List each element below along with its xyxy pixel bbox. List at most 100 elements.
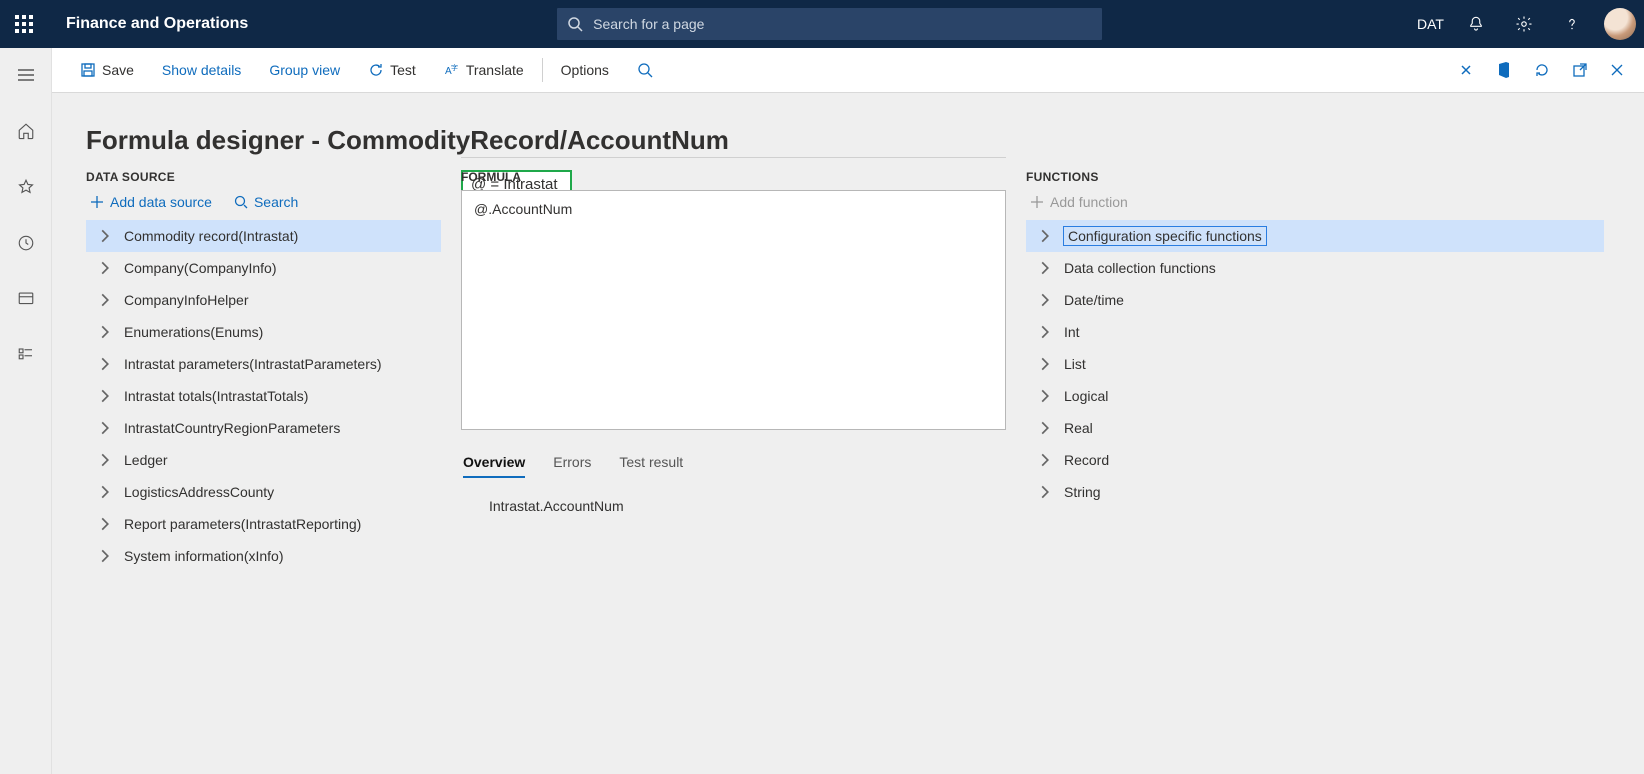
formula-editor[interactable]: @.AccountNum [461, 190, 1006, 430]
options-button[interactable]: Options [547, 48, 623, 92]
notifications-button[interactable] [1454, 0, 1498, 48]
formula-text: @.AccountNum [474, 201, 572, 217]
expand-icon [98, 485, 112, 499]
tree-item-label: Report parameters(IntrastatReporting) [124, 516, 361, 532]
help-button[interactable] [1550, 0, 1594, 48]
office-button[interactable] [1490, 55, 1518, 85]
settings-button[interactable] [1502, 0, 1546, 48]
main-content: Formula designer - CommodityRecord/Accou… [52, 93, 1644, 774]
tree-item-label: Company(CompanyInfo) [124, 260, 277, 276]
tree-item-label: Int [1064, 324, 1080, 340]
gear-icon [1515, 15, 1533, 33]
connector-button[interactable] [1452, 56, 1480, 84]
expand-icon [98, 389, 112, 403]
tree-item-label: String [1064, 484, 1101, 500]
tree-item-label: Ledger [124, 452, 168, 468]
result-tabs: Overview Errors Test result [461, 454, 1006, 478]
nav-expand-button[interactable] [0, 60, 52, 90]
function-category-item[interactable]: Data collection functions [1026, 252, 1604, 284]
datasource-panel: DATA SOURCE Add data source Search Commo… [86, 170, 441, 572]
add-datasource-button[interactable]: Add data source [90, 194, 212, 210]
datasource-item[interactable]: IntrastatCountryRegionParameters [86, 412, 441, 444]
tree-item-label: Date/time [1064, 292, 1124, 308]
function-category-item[interactable]: Real [1026, 412, 1604, 444]
datasource-tree: Commodity record(Intrastat) Company(Compa… [86, 220, 441, 572]
waffle-icon [15, 15, 33, 33]
product-name: Finance and Operations [48, 15, 248, 33]
expand-icon [1038, 229, 1052, 243]
question-icon [1563, 15, 1581, 33]
left-navigation-rail [0, 48, 52, 774]
plus-icon [90, 195, 104, 209]
global-search[interactable] [557, 8, 1102, 40]
datasource-item[interactable]: Intrastat parameters(IntrastatParameters… [86, 348, 441, 380]
tree-item-label: System information(xInfo) [124, 548, 284, 564]
datasource-item[interactable]: Commodity record(Intrastat) [86, 220, 441, 252]
datasource-item[interactable]: Intrastat totals(IntrastatTotals) [86, 380, 441, 412]
datasource-item[interactable]: Enumerations(Enums) [86, 316, 441, 348]
function-category-item[interactable]: Configuration specific functions [1026, 220, 1604, 252]
nav-modules[interactable] [0, 340, 52, 370]
bell-icon [1467, 15, 1485, 33]
popout-button[interactable] [1566, 56, 1594, 84]
datasource-item[interactable]: Report parameters(IntrastatReporting) [86, 508, 441, 540]
test-button[interactable]: Test [354, 48, 430, 92]
datasource-item[interactable]: LogisticsAddressCounty [86, 476, 441, 508]
datasource-item[interactable]: Company(CompanyInfo) [86, 252, 441, 284]
functions-heading: FUNCTIONS [1026, 170, 1604, 184]
search-icon [637, 62, 653, 78]
datasource-item[interactable]: CompanyInfoHelper [86, 284, 441, 316]
function-category-item[interactable]: Int [1026, 316, 1604, 348]
function-category-item[interactable]: String [1026, 476, 1604, 508]
save-icon [80, 62, 96, 78]
user-avatar[interactable] [1604, 8, 1636, 40]
translate-button[interactable]: A字 Translate [430, 48, 538, 92]
expand-icon [1038, 389, 1052, 403]
function-category-item[interactable]: Date/time [1026, 284, 1604, 316]
global-search-input[interactable] [593, 16, 1102, 32]
expand-icon [1038, 485, 1052, 499]
function-category-item[interactable]: Record [1026, 444, 1604, 476]
tree-item-label: List [1064, 356, 1086, 372]
close-button[interactable] [1604, 57, 1630, 83]
refresh-test-icon [368, 62, 384, 78]
nav-recent[interactable] [0, 228, 52, 258]
workspace-icon [17, 290, 35, 308]
divider [461, 157, 1006, 158]
function-category-item[interactable]: Logical [1026, 380, 1604, 412]
action-search-button[interactable] [623, 48, 667, 92]
search-icon [567, 16, 583, 32]
result-tab[interactable]: Overview [463, 454, 525, 478]
function-category-item[interactable]: List [1026, 348, 1604, 380]
save-button[interactable]: Save [66, 48, 148, 92]
test-label: Test [390, 62, 416, 78]
result-tab[interactable]: Errors [553, 454, 591, 478]
result-tab[interactable]: Test result [619, 454, 683, 478]
legal-entity[interactable]: DAT [1411, 16, 1450, 32]
page-title: Formula designer - CommodityRecord/Accou… [86, 125, 1604, 156]
expand-icon [1038, 453, 1052, 467]
add-function-button: Add function [1030, 194, 1128, 210]
datasource-heading: DATA SOURCE [86, 170, 441, 184]
datasource-item[interactable]: Ledger [86, 444, 441, 476]
close-icon [1610, 63, 1624, 77]
nav-workspaces[interactable] [0, 284, 52, 314]
tree-item-label: Intrastat parameters(IntrastatParameters… [124, 356, 382, 372]
refresh-button[interactable] [1528, 56, 1556, 84]
functions-tree: Configuration specific functionsData col… [1026, 220, 1604, 508]
show-details-button[interactable]: Show details [148, 48, 255, 92]
app-launcher-button[interactable] [0, 0, 48, 48]
plus-icon [1030, 195, 1044, 209]
tree-item-label: LogisticsAddressCounty [124, 484, 274, 500]
nav-home[interactable] [0, 116, 52, 146]
nav-favorites[interactable] [0, 172, 52, 202]
datasource-search-button[interactable]: Search [234, 194, 298, 210]
formula-panel: @ = Intrastat FORMULA @.AccountNum Overv… [461, 170, 1006, 572]
group-view-button[interactable]: Group view [255, 48, 354, 92]
svg-text:字: 字 [451, 63, 458, 72]
functions-panel: FUNCTIONS Add function Configuration spe… [1026, 170, 1604, 572]
expand-icon [98, 517, 112, 531]
datasource-item[interactable]: System information(xInfo) [86, 540, 441, 572]
tree-item-label: Enumerations(Enums) [124, 324, 263, 340]
expand-icon [98, 453, 112, 467]
